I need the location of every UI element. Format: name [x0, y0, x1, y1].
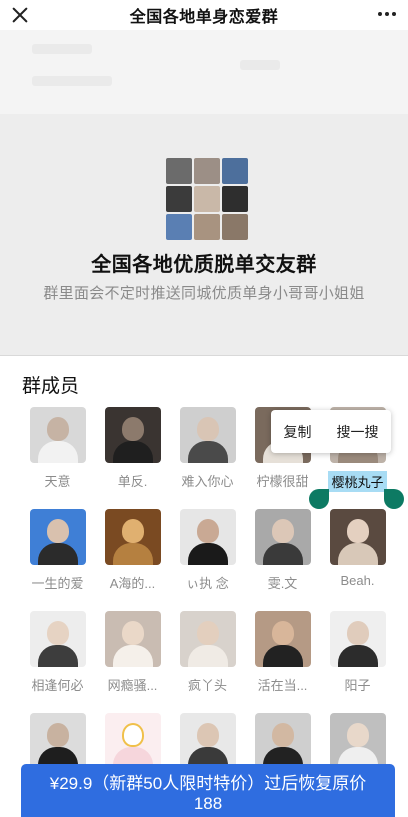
member-name: 活在当...	[257, 678, 308, 693]
avatar	[329, 509, 386, 565]
member-card[interactable]: 天意	[20, 407, 95, 490]
member-card[interactable]: 阳子	[320, 611, 395, 694]
member-name: A海的...	[109, 576, 156, 591]
member-card[interactable]	[320, 713, 395, 769]
member-card[interactable]: 相逢何必	[20, 611, 95, 694]
member-card[interactable]: Beah.	[320, 509, 395, 588]
group-description: 群里面会不定时推送同城优质单身小哥哥小姐姐	[43, 285, 365, 302]
member-card[interactable]: 网瘾骚...	[95, 611, 170, 694]
cta-original-price: 188	[193, 794, 223, 813]
member-name-selected[interactable]: 樱桃丸子	[328, 471, 387, 492]
avatar	[104, 407, 161, 463]
avatar	[29, 509, 86, 565]
member-name: 单反.	[117, 474, 148, 489]
more-dots-icon[interactable]	[378, 12, 396, 16]
member-card[interactable]: 活在当...	[245, 611, 320, 694]
avatar	[179, 611, 236, 667]
section-title: 群成员	[22, 376, 80, 397]
member-name: 一生的爱	[31, 576, 84, 591]
member-name: 相逢何必	[31, 678, 84, 693]
selection-start-handle[interactable]	[309, 489, 329, 509]
avatar	[254, 611, 311, 667]
member-name: 阳子	[344, 678, 371, 693]
avatar	[254, 509, 311, 565]
member-card[interactable]: 难入你心	[170, 407, 245, 490]
avatar	[104, 713, 161, 769]
member-name: 难入你心	[181, 474, 234, 489]
member-card[interactable]	[95, 713, 170, 769]
member-card[interactable]	[20, 713, 95, 769]
member-name: 天意	[44, 474, 71, 489]
copy-menu-item[interactable]: 复制	[284, 422, 312, 442]
member-card[interactable]: 一生的爱	[20, 509, 95, 592]
banner-placeholder	[0, 30, 408, 114]
close-icon[interactable]	[10, 5, 30, 25]
join-price-button[interactable]: ¥29.9（新群50人限时特价）过后恢复原价 188	[21, 764, 395, 817]
avatar	[29, 407, 86, 463]
cta-price-text: ¥29.9（新群50人限时特价）过后恢复原价	[49, 774, 367, 793]
member-name: 网瘾骚...	[107, 678, 158, 693]
avatar	[329, 611, 386, 667]
text-context-menu: 复制 搜一搜	[271, 410, 391, 453]
group-name: 全国各地优质脱单交友群	[91, 254, 317, 276]
group-header: 全国各地优质脱单交友群 群里面会不定时推送同城优质单身小哥哥小姐姐	[0, 30, 408, 355]
top-bar: 全国各地单身恋爱群	[0, 0, 408, 30]
avatar	[104, 611, 161, 667]
page-title: 全国各地单身恋爱群	[129, 9, 279, 26]
member-card[interactable]	[245, 713, 320, 769]
member-card[interactable]: ぃ执 念	[170, 509, 245, 592]
member-name: Beah.	[340, 573, 375, 588]
avatar	[29, 713, 86, 769]
member-card[interactable]: A海的...	[95, 509, 170, 592]
selection-end-handle[interactable]	[384, 489, 404, 509]
avatar	[179, 713, 236, 769]
member-name: ぃ执 念	[186, 576, 229, 591]
avatar	[254, 713, 311, 769]
member-card[interactable]	[170, 713, 245, 769]
avatar	[329, 713, 386, 769]
avatar	[29, 611, 86, 667]
member-name: 疯丫头	[187, 678, 227, 693]
group-avatar	[166, 158, 248, 240]
avatar	[179, 407, 236, 463]
search-menu-item[interactable]: 搜一搜	[337, 422, 379, 442]
member-card[interactable]: 疯丫头	[170, 611, 245, 694]
avatar	[179, 509, 236, 565]
member-name: 柠檬很甜	[256, 474, 309, 489]
member-name: 雯.文	[267, 576, 298, 591]
avatar	[104, 509, 161, 565]
member-card[interactable]: 雯.文	[245, 509, 320, 592]
member-card[interactable]: 单反.	[95, 407, 170, 490]
